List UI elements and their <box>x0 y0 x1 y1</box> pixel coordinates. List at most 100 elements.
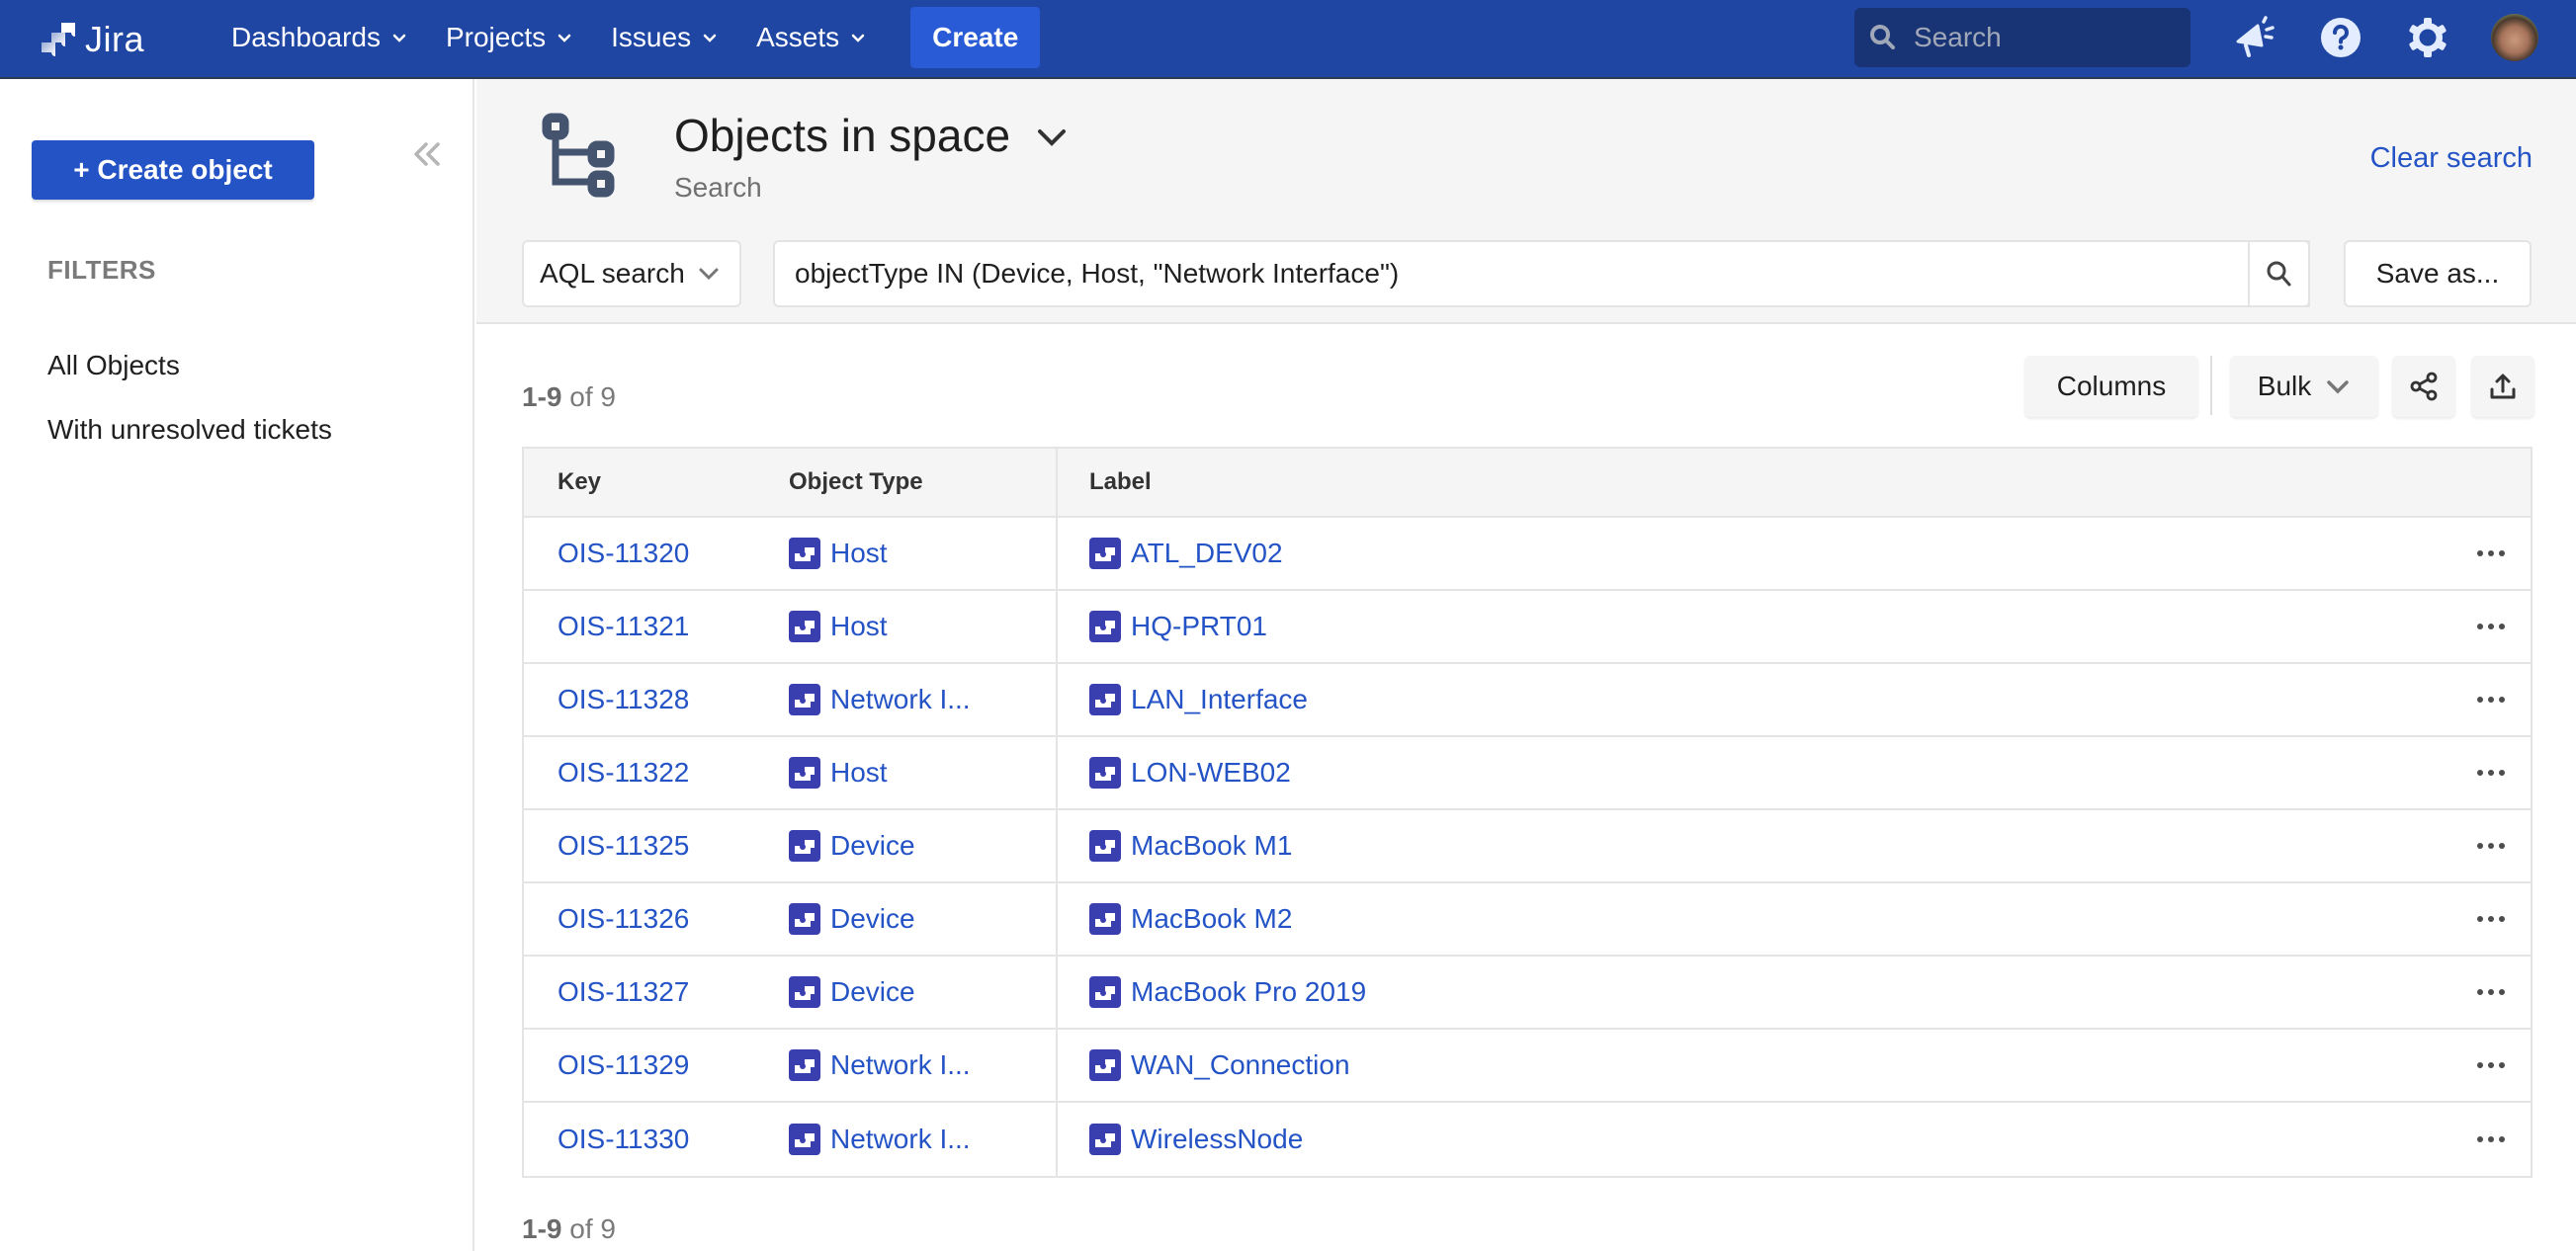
row-actions-button[interactable] <box>2451 810 2531 881</box>
nav-assets-label: Assets <box>756 22 840 52</box>
result-count-bottom: 1-9 of 9 <box>522 1213 616 1245</box>
search-icon <box>1870 25 1895 49</box>
table-row[interactable]: OIS-11322 Host LON-WEB02 <box>524 737 2531 810</box>
object-label-link[interactable]: MacBook Pro 2019 <box>1131 976 1366 1008</box>
object-type-link[interactable]: Host <box>830 757 888 789</box>
help-button[interactable] <box>2315 12 2366 63</box>
global-search-input[interactable]: Search <box>1854 8 2190 67</box>
nav-dashboards[interactable]: Dashboards <box>231 22 408 53</box>
top-navigation-bar: Jira Dashboards Projects Issues Assets C… <box>0 0 2576 79</box>
object-icon <box>1089 1049 1121 1081</box>
notifications-button[interactable] <box>2230 12 2281 63</box>
filter-all-objects[interactable]: All Objects <box>47 350 180 381</box>
row-actions-button[interactable] <box>2451 1103 2531 1176</box>
cell-object-type: Device <box>789 883 1058 955</box>
object-label-link[interactable]: MacBook M2 <box>1131 903 1292 935</box>
cell-key: OIS-11329 <box>524 1030 789 1101</box>
create-object-button[interactable]: + Create object <box>32 140 314 200</box>
title-chevron-down-icon[interactable] <box>1034 123 1070 152</box>
object-key-link[interactable]: OIS-11320 <box>558 538 689 569</box>
nav-projects[interactable]: Projects <box>446 22 573 53</box>
bulk-dropdown[interactable]: Bulk <box>2230 356 2378 417</box>
row-actions-button[interactable] <box>2451 957 2531 1028</box>
table-row[interactable]: OIS-11320 Host ATL_DEV02 <box>524 518 2531 591</box>
page-subtitle: Search <box>674 172 762 203</box>
nav-issues[interactable]: Issues <box>611 22 719 53</box>
export-button[interactable] <box>2471 356 2534 417</box>
jira-logo[interactable]: Jira <box>40 18 144 61</box>
columns-button[interactable]: Columns <box>2024 356 2198 417</box>
share-button[interactable] <box>2392 356 2455 417</box>
more-actions-icon <box>2477 1136 2505 1142</box>
object-key-link[interactable]: OIS-11321 <box>558 611 689 642</box>
object-label-link[interactable]: LON-WEB02 <box>1131 757 1291 789</box>
save-as-button[interactable]: Save as... <box>2344 240 2532 307</box>
nav-dashboards-label: Dashboards <box>231 22 381 52</box>
object-label-link[interactable]: MacBook M1 <box>1131 830 1292 862</box>
chevron-down-icon <box>699 268 719 281</box>
column-header-key[interactable]: Key <box>524 449 789 516</box>
object-type-link[interactable]: Device <box>830 830 915 862</box>
cell-object-type: Device <box>789 810 1058 881</box>
row-actions-button[interactable] <box>2451 591 2531 662</box>
create-button[interactable]: Create <box>910 7 1041 68</box>
result-total: of 9 <box>569 1213 616 1244</box>
object-type-icon <box>789 538 820 569</box>
object-type-link[interactable]: Network I... <box>830 1049 971 1081</box>
object-icon <box>1089 830 1121 862</box>
object-type-link[interactable]: Device <box>830 903 915 935</box>
table-row[interactable]: OIS-11321 Host HQ-PRT01 <box>524 591 2531 664</box>
object-key-link[interactable]: OIS-11329 <box>558 1049 689 1081</box>
user-avatar[interactable] <box>2491 14 2538 61</box>
table-row[interactable]: OIS-11329 Network I... WAN_Connection <box>524 1030 2531 1103</box>
object-key-link[interactable]: OIS-11330 <box>558 1124 689 1155</box>
object-type-icon <box>789 1124 820 1155</box>
object-type-link[interactable]: Host <box>830 611 888 642</box>
clear-search-link[interactable]: Clear search <box>2370 142 2533 175</box>
object-label-link[interactable]: HQ-PRT01 <box>1131 611 1267 642</box>
objects-table: Key Object Type Label OIS-11320 Host ATL… <box>522 447 2533 1178</box>
table-row[interactable]: OIS-11326 Device MacBook M2 <box>524 883 2531 957</box>
object-label-link[interactable]: LAN_Interface <box>1131 684 1308 715</box>
table-row[interactable]: OIS-11327 Device MacBook Pro 2019 <box>524 957 2531 1030</box>
settings-button[interactable] <box>2402 12 2453 63</box>
object-type-link[interactable]: Network I... <box>830 684 971 715</box>
collapse-sidebar-button[interactable] <box>407 134 447 174</box>
object-type-link[interactable]: Device <box>830 976 915 1008</box>
object-label-link[interactable]: ATL_DEV02 <box>1131 538 1283 569</box>
cell-object-type: Host <box>789 518 1058 589</box>
object-icon <box>1089 1124 1121 1155</box>
run-search-button[interactable] <box>2248 240 2310 307</box>
table-row[interactable]: OIS-11330 Network I... WirelessNode <box>524 1103 2531 1176</box>
table-row[interactable]: OIS-11325 Device MacBook M1 <box>524 810 2531 883</box>
row-actions-button[interactable] <box>2451 883 2531 955</box>
object-type-icon <box>789 757 820 789</box>
search-mode-select[interactable]: AQL search <box>522 240 741 307</box>
column-header-object-type[interactable]: Object Type <box>789 449 1058 516</box>
row-actions-button[interactable] <box>2451 518 2531 589</box>
more-actions-icon <box>2477 624 2505 629</box>
object-key-link[interactable]: OIS-11322 <box>558 757 689 789</box>
table-row[interactable]: OIS-11328 Network I... LAN_Interface <box>524 664 2531 737</box>
sidebar: + Create object FILTERS All Objects With… <box>0 79 474 1251</box>
object-key-link[interactable]: OIS-11326 <box>558 903 689 935</box>
filter-unresolved-tickets[interactable]: With unresolved tickets <box>47 414 332 446</box>
object-type-icon <box>789 1049 820 1081</box>
object-key-link[interactable]: OIS-11328 <box>558 684 689 715</box>
object-key-link[interactable]: OIS-11325 <box>558 830 689 862</box>
object-key-link[interactable]: OIS-11327 <box>558 976 689 1008</box>
row-actions-button[interactable] <box>2451 737 2531 808</box>
cell-label: WAN_Connection <box>1058 1030 2451 1101</box>
object-type-link[interactable]: Host <box>830 538 888 569</box>
aql-query-input[interactable]: objectType IN (Device, Host, "Network In… <box>773 240 2310 307</box>
object-label-link[interactable]: WirelessNode <box>1131 1124 1303 1155</box>
nav-assets[interactable]: Assets <box>756 22 867 53</box>
row-actions-button[interactable] <box>2451 1030 2531 1101</box>
cell-key: OIS-11320 <box>524 518 789 589</box>
object-icon <box>1089 684 1121 715</box>
object-label-link[interactable]: WAN_Connection <box>1131 1049 1350 1081</box>
row-actions-button[interactable] <box>2451 664 2531 735</box>
column-header-label[interactable]: Label <box>1058 449 2451 516</box>
object-type-link[interactable]: Network I... <box>830 1124 971 1155</box>
more-actions-icon <box>2477 916 2505 922</box>
